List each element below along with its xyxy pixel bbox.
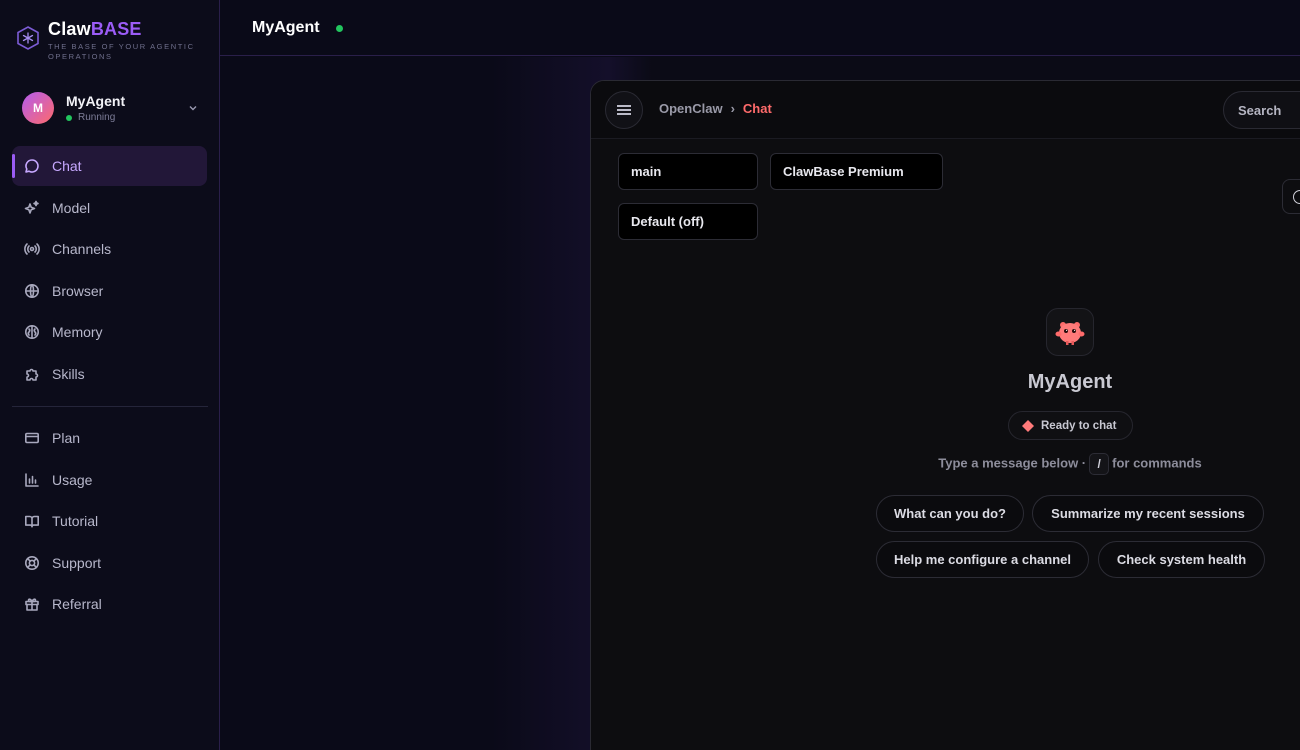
- suggestion-chip[interactable]: Check system health: [1098, 541, 1265, 578]
- suggestion-chip[interactable]: Summarize my recent sessions: [1032, 495, 1264, 532]
- brand-tagline: THE BASE OF YOUR AGENTIC OPERATIONS: [48, 42, 195, 61]
- credit-card-icon: [24, 432, 39, 444]
- search-icon: [1293, 190, 1300, 204]
- broadcast-icon: [24, 243, 40, 255]
- bar-chart-icon: [25, 472, 39, 487]
- status-dot-icon: [66, 114, 72, 121]
- chat-bubble-icon: [25, 159, 39, 173]
- brain-icon: [25, 325, 39, 339]
- top-header: MyAgent: [220, 0, 1300, 56]
- agent-status: Running: [66, 112, 188, 123]
- primary-nav: Chat Model Channels Browser Memory Skill…: [12, 146, 207, 395]
- breadcrumb-separator: ›: [730, 101, 735, 116]
- nav-divider: [12, 406, 208, 407]
- secondary-nav: Plan Usage Tutorial Support Referral: [12, 418, 207, 626]
- sidebar-item-label: Support: [52, 554, 102, 571]
- hexagon-logo-icon: [17, 26, 39, 50]
- sidebar-item-support[interactable]: Support: [12, 543, 207, 583]
- sidebar-item-label: Referral: [52, 596, 102, 612]
- slash-key: /: [1089, 453, 1110, 475]
- sidebar-item-channels[interactable]: Channels: [12, 229, 207, 269]
- agent-mascot: [1046, 308, 1094, 356]
- menu-button[interactable]: [605, 91, 643, 129]
- sidebar-item-tutorial[interactable]: Tutorial: [12, 501, 207, 541]
- session-select[interactable]: main: [618, 153, 758, 190]
- suggestion-chip[interactable]: What can you do?: [876, 495, 1024, 532]
- welcome-title: MyAgent: [1027, 371, 1113, 393]
- sidebar-item-label: Model: [52, 199, 91, 216]
- brand[interactable]: ClawBASE THE BASE OF YOUR AGENTIC OPERAT…: [16, 18, 198, 62]
- sidebar-item-browser[interactable]: Browser: [12, 271, 207, 311]
- hamburger-icon: [617, 103, 631, 118]
- sidebar-item-referral[interactable]: Referral: [12, 584, 207, 624]
- agent-name: MyAgent: [66, 93, 126, 109]
- online-status-dot: [336, 25, 343, 32]
- breadcrumb-root[interactable]: OpenClaw: [659, 101, 723, 116]
- avatar: M: [22, 92, 54, 124]
- status-badge: Ready to chat: [1008, 411, 1133, 440]
- sidebar-item-label: Channels: [52, 241, 112, 257]
- lifebuoy-icon: [25, 555, 39, 570]
- brand-name: ClawBASE: [48, 19, 142, 39]
- sparkles-icon: [24, 200, 39, 214]
- sidebar-item-model[interactable]: Model: [12, 188, 207, 228]
- claw-badge-icon: [1022, 419, 1034, 432]
- side-panel-toggle[interactable]: [1282, 179, 1300, 214]
- model-select[interactable]: ClawBase Premium: [770, 153, 943, 190]
- command-hint: Type a message below · / for commands: [900, 453, 1240, 475]
- sidebar-item-label: Chat: [52, 158, 82, 174]
- chevron-down-icon: [189, 106, 197, 111]
- breadcrumb: OpenClaw › Chat: [659, 101, 772, 116]
- search-button[interactable]: Search: [1223, 91, 1300, 129]
- page-title: MyAgent: [252, 19, 320, 36]
- claw-mascot-icon: [1055, 322, 1085, 345]
- sidebar-item-label: Tutorial: [52, 513, 99, 529]
- sidebar-item-chat[interactable]: Chat: [12, 146, 207, 186]
- sidebar: ClawBASE THE BASE OF YOUR AGENTIC OPERAT…: [0, 0, 220, 750]
- sidebar-item-label: Browser: [52, 282, 104, 299]
- agent-switcher[interactable]: M MyAgent Running: [22, 90, 198, 126]
- suggestion-chip[interactable]: Help me configure a channel: [876, 541, 1089, 578]
- chat-panel-header: OpenClaw › Chat Search: [591, 81, 1300, 139]
- thinking-select[interactable]: Default (off): [618, 203, 758, 240]
- sidebar-item-usage[interactable]: Usage: [12, 460, 207, 500]
- sidebar-item-label: Skills: [52, 365, 85, 382]
- sidebar-item-plan[interactable]: Plan: [12, 418, 207, 458]
- puzzle-icon: [26, 368, 39, 381]
- globe-icon: [25, 283, 39, 298]
- breadcrumb-current: Chat: [742, 101, 772, 116]
- book-icon: [25, 515, 39, 528]
- sidebar-item-label: Memory: [52, 324, 103, 340]
- sidebar-item-memory[interactable]: Memory: [12, 312, 207, 352]
- sidebar-item-label: Plan: [52, 430, 81, 446]
- sidebar-item-skills[interactable]: Skills: [12, 354, 207, 394]
- sidebar-item-label: Usage: [52, 471, 93, 488]
- gift-icon: [25, 598, 39, 611]
